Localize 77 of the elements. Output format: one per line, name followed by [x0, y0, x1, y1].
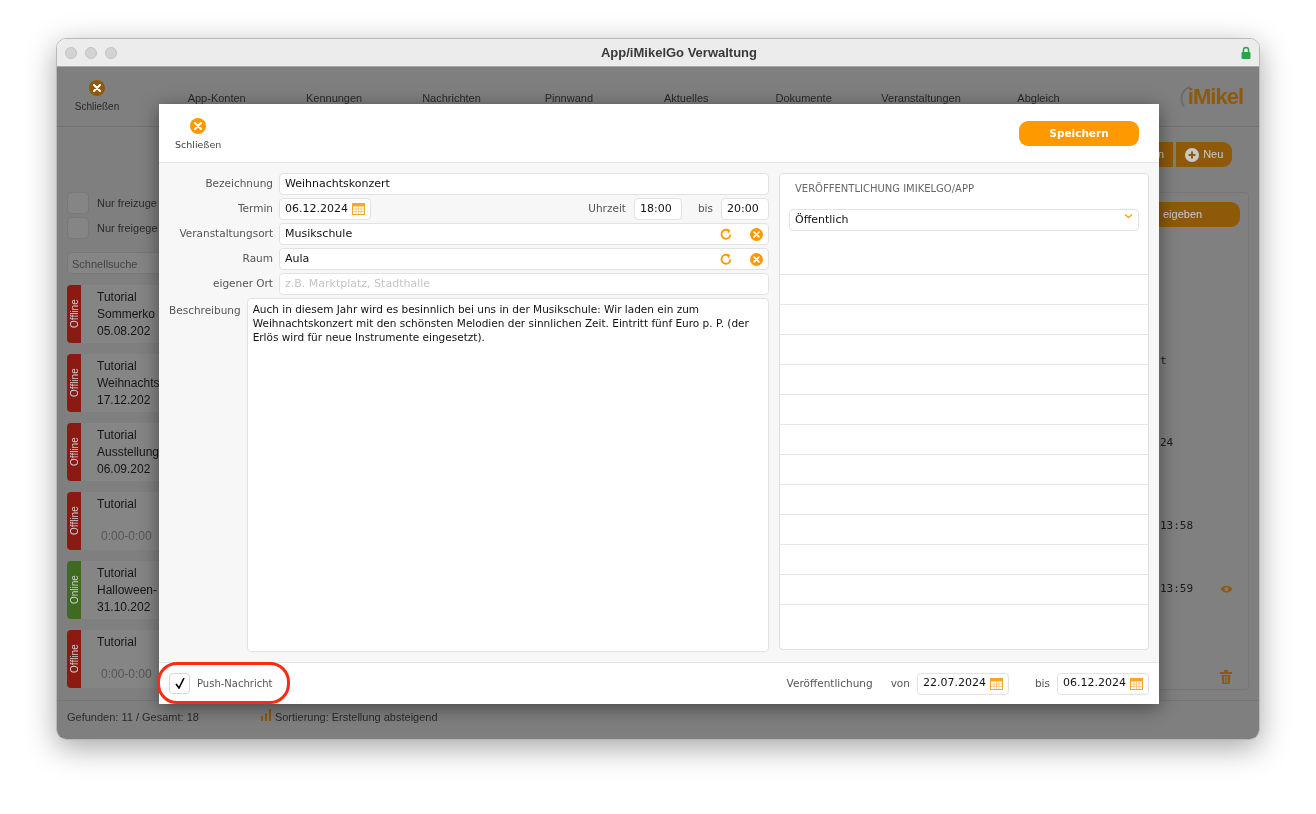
field-label: Raum — [241, 251, 273, 267]
input-field[interactable]: Weihnachtskonzert — [279, 173, 769, 195]
item-title: Tutorial — [97, 634, 138, 651]
filter-label: Nur freizuge — [97, 195, 157, 211]
item-date: 31.10.202 — [97, 599, 152, 616]
field-label: Veröffentlichung — [786, 675, 873, 691]
logo-text: iMikel — [1187, 83, 1243, 111]
sort-icon[interactable] — [260, 709, 271, 721]
close-button[interactable]: Schließen — [67, 67, 127, 126]
detail-text: 13:58 — [1160, 518, 1194, 534]
zoom-window-button[interactable] — [105, 46, 117, 59]
item-date: 05.08.202 — [97, 323, 152, 340]
status-badge: Offline — [67, 492, 81, 550]
status-badge: Offline — [67, 354, 81, 412]
field-label: Beschreibung — [169, 303, 241, 318]
calendar-icon[interactable] — [1130, 677, 1143, 690]
date-field[interactable]: 06.12.2024 — [1057, 672, 1149, 695]
window-title: App/iMikelGo Verwaltung — [601, 44, 757, 60]
check-icon — [174, 678, 185, 689]
push-checkbox[interactable] — [169, 673, 190, 694]
refresh-icon[interactable] — [720, 252, 733, 266]
close-icon — [89, 80, 105, 96]
date-field[interactable]: 06.12.2024 — [279, 198, 371, 220]
push-label: Push-Nachricht — [197, 677, 273, 691]
item-title: Tutorial — [97, 427, 138, 444]
calendar-icon[interactable] — [989, 677, 1003, 690]
item-title: Tutorial — [97, 565, 138, 582]
close-button[interactable]: Schließen — [175, 104, 222, 162]
field-label: Termin — [236, 201, 273, 217]
time-label: Uhrzeit — [588, 201, 626, 217]
input-field[interactable]: Aula — [279, 248, 769, 270]
filter-label: Nur freigege — [97, 220, 158, 236]
date-field[interactable]: 22.07.2024 — [916, 672, 1009, 695]
item-subtitle: Weihnachts — [97, 375, 160, 392]
eye-icon[interactable] — [1220, 583, 1233, 594]
chevron-down-icon — [1124, 213, 1133, 219]
detail-text: 24 — [1160, 434, 1174, 451]
calendar-icon[interactable] — [352, 203, 365, 215]
close-icon — [190, 118, 207, 134]
item-date: 06.09.202 — [97, 461, 152, 478]
item-subtitle: Halloween- — [97, 582, 158, 599]
visibility-select[interactable]: Öffentlich — [789, 209, 1139, 231]
found-count: Gefunden: 11 / Gesamt: 18 — [67, 710, 199, 725]
time-field[interactable]: 20:00 — [721, 198, 769, 220]
toolbar-button[interactable]: Neu — [1176, 142, 1233, 167]
time-label: bis — [697, 201, 713, 217]
status-badge: Offline — [67, 630, 81, 688]
lock-icon — [1241, 46, 1251, 59]
detail-text: t — [1160, 353, 1167, 369]
item-date: 17.12.202 — [97, 392, 152, 409]
clear-icon[interactable] — [750, 227, 763, 241]
sort-label: Sortierung: Erstellung absteigend — [274, 710, 438, 725]
clear-icon[interactable] — [750, 252, 763, 266]
status-badge: Offline — [67, 423, 81, 481]
field-label: Bezeichnung — [204, 176, 273, 192]
field-label: von — [890, 675, 910, 691]
item-title: Tutorial — [97, 496, 138, 513]
input-field[interactable]: Musikschule — [279, 223, 769, 245]
field-label: bis — [1034, 675, 1050, 691]
item-title: Tutorial — [97, 358, 138, 375]
minimize-window-button[interactable] — [85, 46, 97, 59]
item-title: Tutorial — [97, 289, 138, 306]
status-badge: Offline — [67, 285, 81, 343]
refresh-icon[interactable] — [720, 227, 733, 241]
plus-icon — [1185, 147, 1200, 162]
save-button[interactable]: Speichern — [1019, 121, 1139, 146]
detail-text: 13:59 — [1160, 580, 1194, 597]
field-label: Veranstaltungsort — [178, 226, 273, 242]
time-field[interactable]: 18:00 — [633, 198, 682, 220]
item-subtitle: Ausstellung — [97, 444, 160, 461]
section-heading: VERÖFFENTLICHUNG IMIKELGO/APP — [794, 181, 975, 196]
field-label: eigener Ort — [212, 276, 273, 292]
status-badge: Online — [67, 561, 81, 619]
item-subtitle: Sommerko — [97, 306, 155, 323]
description-textarea[interactable]: Auch in diesem Jahr wird es besinnlich bei uns in der Musikschule: Wir laden ein zum Weihnachtskonzert mit den schönsten Melodien der sinnlichen Zeit. Eintritt fünf Euro p. P. (der Erlös wird für neue Instrumente eingesetzt). — [246, 298, 769, 652]
close-window-button[interactable] — [65, 46, 77, 59]
trash-icon[interactable] — [1220, 670, 1232, 684]
